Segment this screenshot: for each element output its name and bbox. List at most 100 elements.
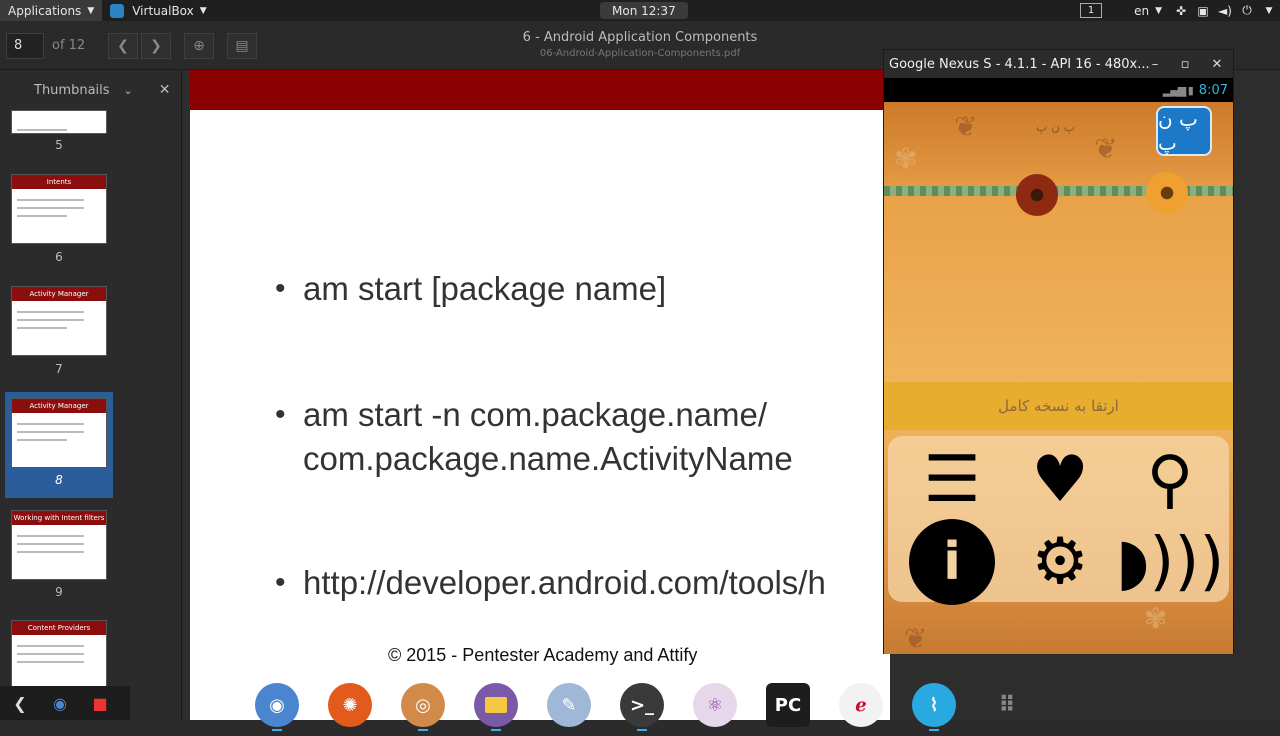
- thumbnail-body: [12, 301, 106, 339]
- next-page-button[interactable]: ❯: [141, 33, 171, 59]
- chevron-down-icon[interactable]: ▼: [1258, 6, 1280, 16]
- text-editor-icon[interactable]: ✎: [547, 683, 591, 727]
- running-indicator: [929, 729, 939, 731]
- pycharm-icon[interactable]: PC: [766, 683, 810, 727]
- bullet-link[interactable]: http://developer.android.com/tools/h: [303, 564, 826, 601]
- sound-icon[interactable]: ◎: [401, 683, 445, 727]
- previous-page-button[interactable]: ❮: [108, 33, 138, 59]
- flower-icon: [1146, 172, 1188, 214]
- emulator-title: Google Nexus S - 4.1.1 - API 16 - 480x..…: [889, 56, 1150, 72]
- thumbnail-page-10[interactable]: Content Providers: [11, 620, 107, 690]
- maximize-icon: ▫: [1180, 56, 1190, 72]
- thumbnail-page-6[interactable]: Intents: [11, 174, 107, 244]
- menu-grid: ☰ ♥ ⚲ i ⚙ ◗))): [888, 436, 1229, 605]
- power-icon[interactable]: ⏻: [1236, 3, 1258, 18]
- heart-icon[interactable]: ♥: [1014, 440, 1106, 520]
- leaf-icon: ❦: [1094, 132, 1118, 165]
- sidebar-header: Thumbnails ⌄ ✕: [0, 70, 181, 110]
- thumbnail-body: [12, 525, 106, 563]
- dock: ◉ ✺ ◎ ✎ >_ ⚛ PC ℯ ⌇ ⠿: [230, 676, 1050, 736]
- page-number-input[interactable]: 8: [6, 33, 44, 59]
- chevron-down-icon: ▼: [199, 5, 207, 16]
- thumbnail-title: Content Providers: [12, 621, 106, 635]
- close-icon[interactable]: ✕: [159, 82, 171, 98]
- atom-icon[interactable]: ⚛: [693, 683, 737, 727]
- running-indicator: [491, 729, 501, 731]
- app-title: پ ن پ: [1036, 120, 1076, 134]
- leaf-icon: ✾: [894, 142, 918, 175]
- virtualbox-icon: [110, 3, 125, 18]
- bullet-item: • am start -n com.package.name/ com.pack…: [275, 393, 793, 481]
- status-time: 8:07: [1198, 82, 1228, 98]
- bullet-icon: •: [275, 566, 286, 599]
- document-title: 6 - Android Application Components: [522, 30, 758, 45]
- slide-header-band: [190, 70, 890, 110]
- upgrade-button[interactable]: ارتقا به نسخه کامل: [884, 382, 1233, 430]
- copyright-watermark: © 2015 - Pentester Academy and Attify: [388, 645, 698, 665]
- workspace-indicator[interactable]: 1: [1080, 3, 1103, 18]
- bullet-icon: •: [275, 398, 286, 431]
- chevron-down-icon: ▼: [87, 5, 95, 16]
- thumbnail-title: Intents: [12, 175, 106, 189]
- thumbnail-number: 7: [55, 362, 63, 376]
- close-icon: ✕: [1211, 56, 1223, 72]
- system-monitor-icon[interactable]: ⌇: [912, 683, 956, 727]
- thumbnail-number: 8: [55, 473, 63, 487]
- minimize-button[interactable]: –: [1144, 50, 1166, 78]
- thumbnail-body: [12, 189, 106, 227]
- document-filename: 06-Android-Application-Components.pdf: [539, 48, 741, 59]
- settings-gear-icon[interactable]: ⚙: [1014, 522, 1106, 602]
- sidebar-title[interactable]: Thumbnails: [34, 83, 110, 98]
- chevron-down-icon: ▼: [1155, 5, 1162, 16]
- speaker-icon[interactable]: ◗))): [1116, 522, 1225, 602]
- files-icon[interactable]: [474, 683, 518, 727]
- terminal-icon[interactable]: >_: [620, 683, 664, 727]
- info-icon[interactable]: i: [906, 519, 998, 605]
- chevron-down-icon[interactable]: ⌄: [124, 84, 133, 97]
- bullet-icon: •: [275, 272, 286, 305]
- chromium-icon[interactable]: ◉: [255, 683, 299, 727]
- thumbnail-body: [12, 413, 106, 451]
- close-button[interactable]: ✕: [1206, 50, 1228, 78]
- firefox-icon[interactable]: ✺: [328, 683, 372, 727]
- virtualbox-menu[interactable]: VirtualBox ▼: [102, 0, 214, 21]
- clock-label: Mon 12:37: [612, 3, 676, 18]
- running-indicator: [637, 729, 647, 731]
- annotations-button[interactable]: ▤: [227, 33, 257, 59]
- window-icon[interactable]: ▣: [1192, 4, 1214, 18]
- thumbnail-page-7[interactable]: Activity Manager: [11, 286, 107, 356]
- flower-icon: [1016, 174, 1058, 216]
- target-icon: ⊕: [193, 38, 205, 54]
- wifi-signal-icon: ▂▄▆ ▮: [1162, 83, 1194, 97]
- language-selector[interactable]: en ▼: [1126, 0, 1170, 21]
- running-indicator: [418, 729, 428, 731]
- thumbnail-body: [12, 635, 106, 673]
- chevron-left-icon[interactable]: ❮: [0, 694, 40, 713]
- bullet-text: com.package.name.ActivityName: [303, 440, 793, 477]
- volume-icon[interactable]: ◄): [1214, 4, 1236, 18]
- search-icon[interactable]: ⚲: [1124, 440, 1216, 520]
- applications-menu[interactable]: Applications ▼: [0, 0, 103, 21]
- page-count-label: of 12: [52, 38, 86, 53]
- clock[interactable]: Mon 12:37: [600, 2, 688, 19]
- emulator-window: Google Nexus S - 4.1.1 - API 16 - 480x..…: [883, 49, 1234, 654]
- app-logo[interactable]: پ ن پ: [1156, 106, 1212, 156]
- bullet-text: am start -n com.package.name/: [303, 396, 768, 433]
- virtualbox-label: VirtualBox: [132, 3, 194, 18]
- slide-page: • am start [package name] • am start -n …: [190, 70, 890, 720]
- history-button[interactable]: ⊕: [184, 33, 214, 59]
- editor-icon[interactable]: ℯ: [839, 683, 883, 727]
- record-icon[interactable]: ■: [80, 694, 120, 713]
- thumbnail-number: 9: [55, 585, 63, 599]
- maximize-button[interactable]: ▫: [1174, 50, 1196, 78]
- list-icon[interactable]: ☰: [906, 440, 998, 520]
- thumbnail-page-9[interactable]: Working with Intent filters: [11, 510, 107, 580]
- phone-screen[interactable]: ▂▄▆ ▮ 8:07 ❦ ✾ ❦ پ ن پ پ ن پ ارتقا به نس…: [884, 78, 1233, 654]
- chromium-small-icon[interactable]: ◉: [40, 694, 80, 713]
- thumbnail-page-8[interactable]: Activity Manager: [11, 398, 107, 468]
- accessibility-icon[interactable]: ✜: [1170, 4, 1192, 18]
- thumbnail-title: Activity Manager: [12, 287, 106, 301]
- app-grid-icon[interactable]: ⠿: [985, 683, 1029, 727]
- document-viewer-window: 8 of 12 ❮ ❯ ⊕ ▤ 6 - Android Application …: [0, 21, 1280, 731]
- thumbnail-page-5[interactable]: [11, 110, 107, 134]
